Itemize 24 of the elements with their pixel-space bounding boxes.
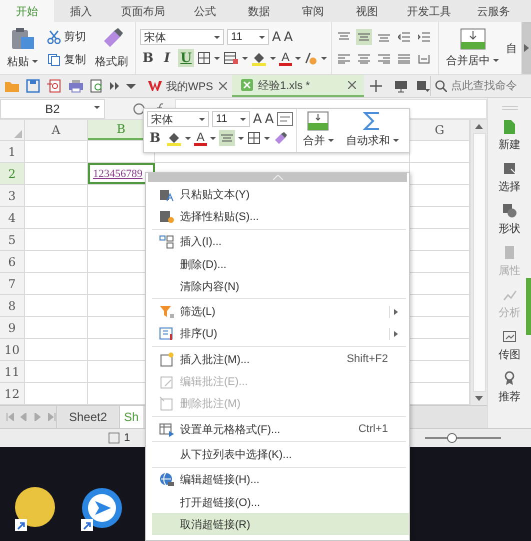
cut-label: 剪切 [64,30,86,44]
paste-label: 粘贴 [7,55,29,69]
document-tab-label: 我的WPS [166,80,214,94]
merge-label: 合并 [302,134,325,148]
shortcut-text: Ctrl+1 [358,423,389,436]
font-size: 11 [216,113,228,125]
status-text: 1 [124,432,130,444]
sidebar-label: 新建 [498,138,520,152]
shortcut-text: Shift+F2 [346,353,389,366]
font-size: 11 [231,31,242,43]
sidebar-label: 推荐 [498,390,520,404]
copy-label: 复制 [64,53,86,67]
sidebar-label: 属性 [498,264,520,278]
format-painter-label: 格式刷 [95,55,128,69]
cell-reference: B2 [45,102,60,116]
sidebar-label: 形状 [498,222,520,236]
sidebar-label: 传图 [498,348,520,362]
sidebar-label: 分析 [498,306,520,320]
autosum-label: 自动求和 [346,134,390,148]
merge-center-label: 合并居中 [446,54,490,68]
document-tab-label: 经验1.xls * [258,78,310,92]
ribbon-label: 自 [506,42,517,56]
font-name: 宋体 [144,30,166,44]
sidebar-label: 选择 [498,180,520,194]
